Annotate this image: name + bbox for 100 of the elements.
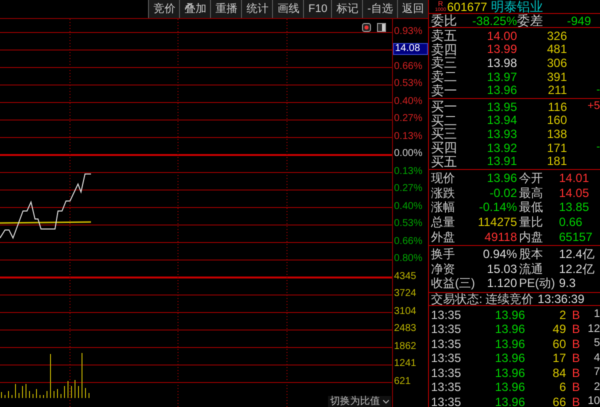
axis-label: 0.66% [393,236,422,247]
toolbar-button[interactable]: 返回 [397,0,428,18]
field-label: 委比 [431,14,458,27]
field-label: 收益(三) [431,277,476,290]
field-label: 总量 [431,216,456,228]
order-volume: 211 [546,84,567,96]
toolbar-button[interactable]: F10 [303,0,332,18]
field-value: 1.120 [486,277,517,290]
field-value: -38.25% [471,14,517,26]
axis-label: 3724 [393,289,416,300]
field-value: -949 [567,14,592,26]
field-value: 49118 [484,230,517,243]
tick-volume: 60 [552,338,566,350]
axis-label: 1862 [393,342,416,352]
toolbar-button[interactable]: -自选 [362,0,397,18]
axis-label: 0.66% [393,62,422,72]
order-price: 14.00 [486,30,517,42]
field-value: 9.3 [559,277,576,290]
field-value: -0.14% [478,201,517,214]
field-value: -0.02 [488,186,517,199]
tick-price: 13.96 [494,308,525,321]
axis-label: 0.93% [393,26,422,37]
order-price: 13.91 [486,155,517,168]
toolbar-button[interactable]: 统计 [241,0,272,18]
tick-volume: 66 [552,396,566,407]
tick-price: 13.96 [494,396,525,407]
tick-price: 13.96 [494,338,525,350]
axis-label: 0.53% [393,219,422,230]
tick-count: 4 [594,352,600,364]
tick-price: 13.96 [494,323,525,336]
tick-time: 13:35 [431,381,462,394]
chart-mode-dropdown[interactable]: 切换为比值 [328,396,391,407]
field-label: 净资 [431,262,456,275]
field-label: 涨跌 [431,186,456,199]
axis-label: 0.40% [393,96,422,107]
axis-label: 0.13% [393,132,422,142]
order-price: 13.93 [486,128,517,140]
axis-label: 0.00% [393,149,422,160]
tick-count: 2 [594,382,600,393]
panel-toggle-icon[interactable] [377,23,386,32]
field-value: 114275 [476,216,517,228]
order-price: 13.95 [486,100,517,113]
order-level-label: 买一 [431,100,458,114]
tick-time: 13:35 [431,396,462,407]
order-volume: 138 [546,128,567,140]
field-label: 内盘 [518,230,544,243]
order-level-label: 买三 [431,127,458,140]
field-value: 12.4亿 [559,248,594,260]
tick-count: 10 [588,396,600,407]
toolbar-button[interactable]: 叠加 [179,0,210,18]
order-level-label: 卖四 [431,42,458,56]
order-level-label: 卖五 [431,29,458,42]
order-price: 13.99 [486,43,517,56]
axis-label: 0.80% [393,254,422,264]
toolbar-button[interactable]: 竞价 [148,0,180,18]
tick-volume: 6 [558,381,566,394]
axis-label: 0.27% [393,184,422,194]
order-change: - [596,142,600,154]
stock-name: 明泰铝业 [491,0,544,13]
record-icon[interactable] [362,23,371,32]
tick-count: 1 [594,309,600,320]
field-label: 委差 [517,14,544,27]
order-level-label: 卖二 [431,70,458,84]
tick-side: B [572,308,582,321]
order-level-label: 买五 [431,154,458,168]
toolbar-button[interactable]: 重播 [210,0,242,18]
caret-icon [383,400,389,404]
field-label: 今开 [518,172,544,184]
field-value: 14.05 [559,186,590,199]
toolbar-button[interactable]: 画线 [272,0,304,18]
order-change: +5 [587,101,600,112]
axis-label: 3104 [393,306,416,317]
order-level-label: 买二 [431,114,458,127]
tick-count: 12 [588,324,600,335]
field-value: 65157 [559,230,592,243]
axis-label: 621 [393,376,411,387]
tick-side: B [572,381,582,394]
field-label: 外盘 [431,230,456,243]
tick-volume: 2 [558,308,566,321]
axis-label: 2483 [393,324,416,334]
trade-status: 交易状态: 连续竞价 [431,292,534,305]
tick-price: 13.96 [494,381,525,394]
tick-time: 13:35 [431,352,462,364]
cursor-price-label: 14.08 [393,43,428,56]
field-label: 涨幅 [431,201,456,214]
field-label: 最低 [518,201,544,214]
order-volume: 391 [546,70,567,83]
tick-time: 13:35 [431,323,462,336]
field-value: 14.01 [559,172,590,184]
tick-side: B [572,352,582,364]
field-value: 12.2亿 [559,262,594,275]
order-volume: 306 [546,56,567,69]
order-price: 13.97 [486,70,517,83]
tick-side: B [572,338,582,350]
tick-price: 13.96 [494,366,525,379]
toolbar-button[interactable]: 标记 [331,0,362,18]
field-value: 0.66 [559,216,582,228]
tick-count: 5 [594,338,600,350]
order-volume: 171 [546,142,567,154]
order-price: 13.96 [486,84,517,96]
